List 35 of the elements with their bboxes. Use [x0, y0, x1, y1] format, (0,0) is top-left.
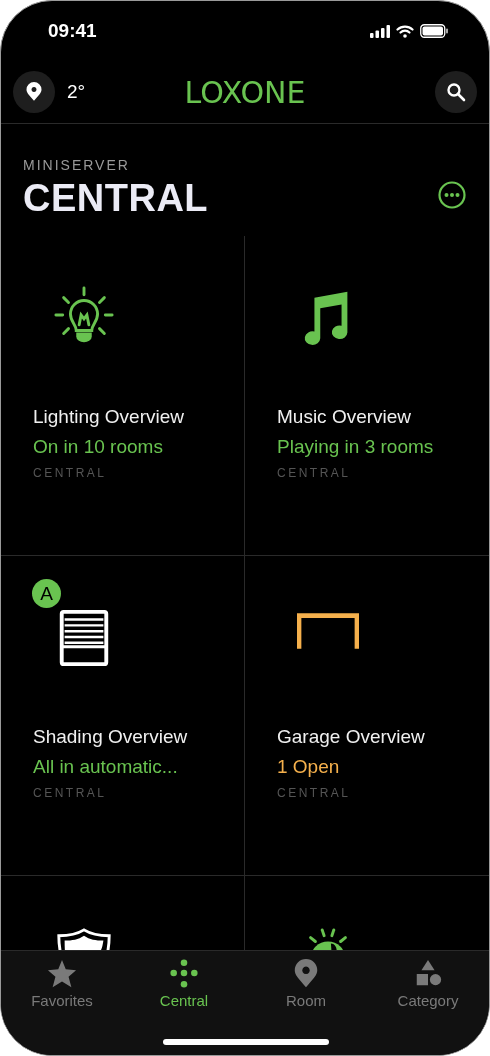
logo: LOXONE — [184, 74, 306, 110]
tab[interactable]: Category — [367, 951, 489, 1009]
section-title: CENTRAL — [23, 177, 209, 220]
section-overline: MINISERVER — [23, 157, 131, 173]
search-icon — [446, 82, 466, 102]
overview-tile[interactable]: Music Overview Playing in 3 rooms CENTRAL — [245, 236, 489, 556]
tile-status: All in automatic... — [33, 755, 179, 779]
signal-icon — [370, 24, 390, 38]
wifi-icon — [396, 24, 414, 38]
tile-title: Garage Overview — [277, 725, 426, 749]
star-icon — [46, 959, 78, 989]
more-button[interactable] — [438, 181, 466, 212]
automatic-badge: A — [32, 579, 61, 608]
tile-status: 1 Open — [277, 755, 341, 779]
location-button[interactable] — [13, 71, 55, 113]
tab[interactable]: Room — [245, 951, 367, 1009]
tile-status: On in 10 rooms — [33, 435, 164, 459]
dots-icon — [168, 959, 200, 989]
overview-tile[interactable]: Garage Overview 1 Open CENTRAL — [245, 556, 489, 876]
tab[interactable]: Central — [123, 951, 245, 1009]
status-time: 09:41 — [48, 20, 97, 42]
tile-location: CENTRAL — [277, 466, 352, 480]
battery-icon — [420, 24, 449, 38]
tile-location: CENTRAL — [33, 786, 108, 800]
tile-title: Shading Overview — [33, 725, 189, 749]
tab[interactable]: Favorites — [1, 951, 123, 1009]
tile-title: Music Overview — [277, 405, 413, 429]
tile-status: Playing in 3 rooms — [277, 435, 435, 459]
tile-title: Lighting Overview — [33, 405, 186, 429]
overview-tile[interactable]: A Shading Overview All in automatic... CENTRAL — [1, 556, 245, 876]
temperature: 2° — [67, 81, 86, 103]
tile-location: CENTRAL — [277, 786, 352, 800]
overview-tile[interactable]: Lighting Overview On in 10 rooms CENTRAL — [1, 236, 245, 556]
search-button[interactable] — [435, 71, 477, 113]
tile-location: CENTRAL — [33, 466, 108, 480]
